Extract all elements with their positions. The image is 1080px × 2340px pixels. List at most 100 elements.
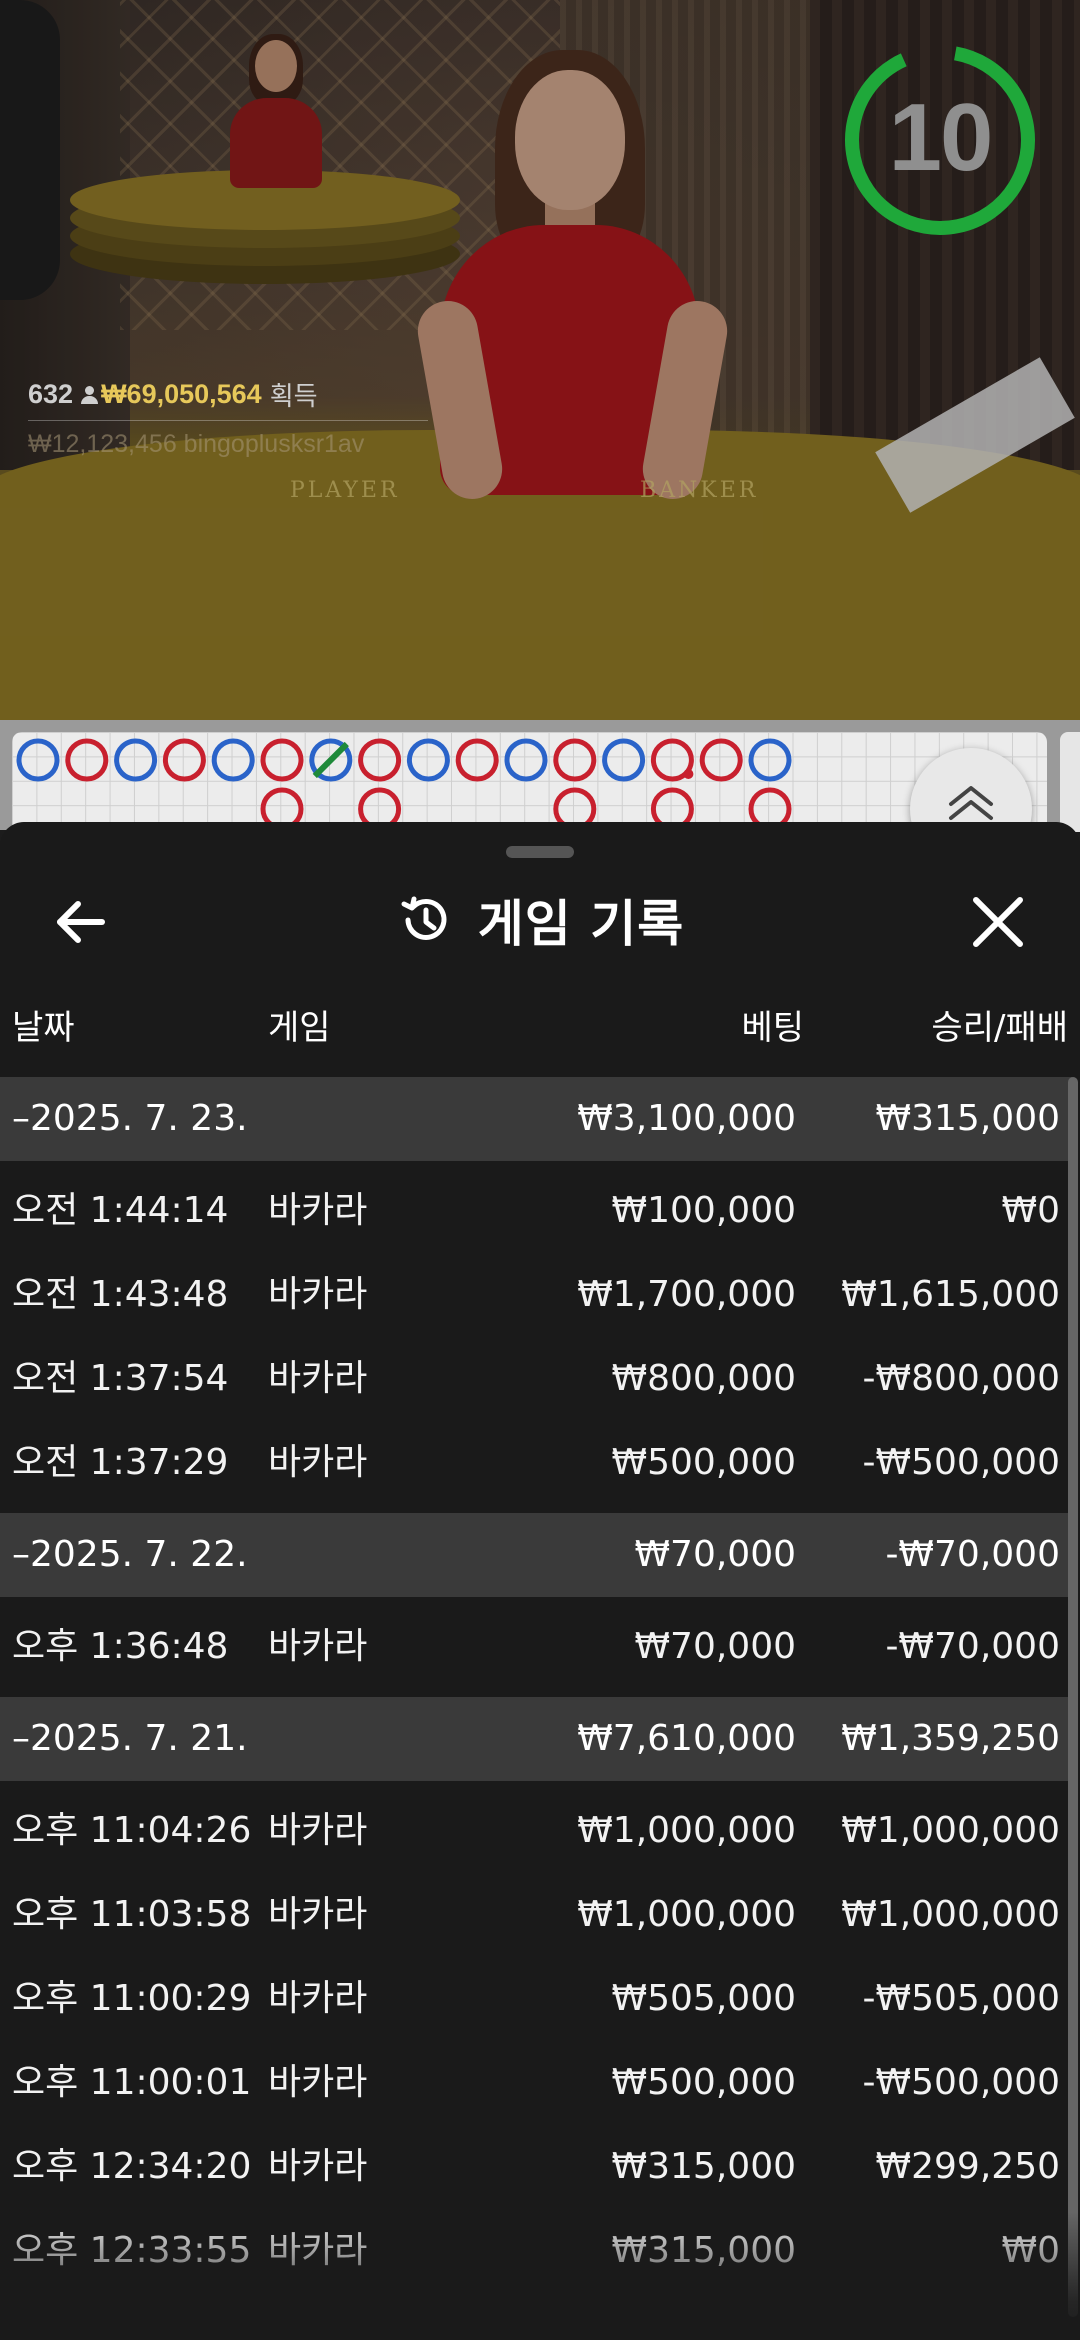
pair-dot bbox=[683, 769, 694, 779]
row-time: 오전 1:37:29 bbox=[12, 1442, 229, 1483]
row-time: 오후 11:03:58 bbox=[12, 1894, 252, 1935]
row-game: 바카라 bbox=[268, 1978, 368, 2019]
row-winloss: -₩70,000 bbox=[885, 1626, 1060, 1667]
banker-bead bbox=[358, 738, 402, 782]
table-row[interactable]: 오전 1:37:54 바카라 ₩800,000 -₩800,000 bbox=[0, 1337, 1072, 1421]
row-winloss: ₩1,000,000 bbox=[841, 1810, 1060, 1851]
player-bead bbox=[406, 738, 450, 782]
row-bet: ₩800,000 bbox=[611, 1358, 796, 1399]
row-bet: ₩505,000 bbox=[611, 1978, 796, 2019]
player-count: 632 bbox=[28, 379, 74, 409]
history-icon bbox=[401, 896, 447, 940]
group-winloss-total: -₩70,000 bbox=[885, 1534, 1060, 1575]
table-header: 날짜 게임 베팅 승리/패배 bbox=[0, 1000, 1080, 1056]
date-group-row[interactable]: –2025. 7. 21. ₩7,610,000 ₩1,359,250 bbox=[0, 1697, 1072, 1781]
group-winloss-total: ₩315,000 bbox=[875, 1098, 1060, 1139]
tie-mark bbox=[312, 741, 349, 779]
date-group-row[interactable]: –2025. 7. 22. ₩70,000 -₩70,000 bbox=[0, 1513, 1072, 1597]
row-time: 오후 12:34:20 bbox=[12, 2146, 252, 2187]
row-game: 바카라 bbox=[268, 1190, 368, 1231]
row-bet: ₩1,700,000 bbox=[577, 1274, 796, 1315]
row-winloss: ₩1,000,000 bbox=[841, 1894, 1060, 1935]
row-bet: ₩315,000 bbox=[611, 2230, 796, 2271]
group-bet-total: ₩3,100,000 bbox=[577, 1098, 796, 1139]
row-winloss: -₩505,000 bbox=[862, 1978, 1060, 2019]
row-winloss: -₩800,000 bbox=[862, 1358, 1060, 1399]
row-time: 오후 11:00:01 bbox=[12, 2062, 252, 2103]
jackpot-info: 632 ₩69,050,564 획득 bbox=[28, 376, 318, 413]
banker-bead bbox=[553, 738, 597, 782]
row-bet: ₩100,000 bbox=[611, 1190, 796, 1231]
column-header-game: 게임 bbox=[268, 1008, 331, 1048]
row-game: 바카라 bbox=[268, 1626, 368, 1667]
sheet-header: 게임 기록 bbox=[0, 880, 1080, 960]
player-bead bbox=[504, 738, 548, 782]
table-row[interactable]: 오후 11:04:26 바카라 ₩1,000,000 ₩1,000,000 bbox=[0, 1789, 1072, 1873]
row-game: 바카라 bbox=[268, 1274, 368, 1315]
row-winloss: ₩0 bbox=[1001, 1190, 1061, 1231]
table-row[interactable]: 오후 1:36:48 바카라 ₩70,000 -₩70,000 bbox=[0, 1605, 1072, 1689]
table-row[interactable]: 오후 12:33:55 바카라 ₩315,000 ₩0 bbox=[0, 2209, 1072, 2293]
row-winloss: ₩1,615,000 bbox=[841, 1274, 1060, 1315]
row-bet: ₩70,000 bbox=[634, 1626, 796, 1667]
table-row[interactable]: 오전 1:43:48 바카라 ₩1,700,000 ₩1,615,000 bbox=[0, 1253, 1072, 1337]
banker-bead bbox=[455, 738, 499, 782]
recent-winner: ₩12,123,456 bingoplusksr1av bbox=[28, 430, 365, 458]
row-time: 오전 1:44:14 bbox=[12, 1190, 229, 1231]
countdown-number: 10 bbox=[888, 84, 994, 191]
table-row[interactable]: 오전 1:44:14 바카라 ₩100,000 ₩0 bbox=[0, 1169, 1072, 1253]
row-game: 바카라 bbox=[268, 1442, 368, 1483]
row-time: 오후 11:04:26 bbox=[12, 1810, 252, 1851]
row-time: 오후 1:36:48 bbox=[12, 1626, 229, 1667]
group-winloss-total: ₩1,359,250 bbox=[841, 1718, 1060, 1759]
game-history-sheet: 게임 기록 날짜 게임 베팅 승리/패배 –2025. 7. 23. ₩3,10… bbox=[0, 822, 1080, 2340]
drag-handle[interactable] bbox=[506, 846, 574, 858]
person-icon bbox=[81, 385, 99, 404]
jackpot-suffix: 획득 bbox=[269, 381, 318, 411]
player-bead bbox=[211, 738, 255, 782]
countdown-timer: 10 bbox=[840, 40, 1040, 240]
chevron-up-icon bbox=[949, 786, 993, 820]
bead-road[interactable] bbox=[12, 732, 1047, 832]
table-row[interactable]: 오후 11:03:58 바카라 ₩1,000,000 ₩1,000,000 bbox=[0, 1873, 1072, 1957]
close-icon bbox=[973, 897, 1023, 947]
group-bet-total: ₩7,610,000 bbox=[577, 1718, 796, 1759]
row-game: 바카라 bbox=[268, 1810, 368, 1851]
row-time: 오후 11:00:29 bbox=[12, 1978, 252, 2019]
road-edge bbox=[1060, 732, 1080, 832]
banker-bead bbox=[699, 738, 743, 782]
banker-bead bbox=[65, 738, 109, 782]
column-header-winloss: 승리/패배 bbox=[931, 1008, 1068, 1048]
row-bet: ₩1,000,000 bbox=[577, 1894, 796, 1935]
row-bet: ₩500,000 bbox=[611, 2062, 796, 2103]
player-bead bbox=[748, 738, 792, 782]
row-time: 오후 12:33:55 bbox=[12, 2230, 252, 2271]
row-winloss: ₩0 bbox=[1001, 2230, 1061, 2271]
row-game: 바카라 bbox=[268, 2230, 368, 2271]
banker-bead bbox=[260, 738, 304, 782]
date-group-row[interactable]: –2025. 7. 23. ₩3,100,000 ₩315,000 bbox=[0, 1077, 1072, 1161]
group-date: –2025. 7. 21. bbox=[12, 1718, 248, 1759]
row-game: 바카라 bbox=[268, 1358, 368, 1399]
row-game: 바카라 bbox=[268, 1894, 368, 1935]
table-row[interactable]: 오후 12:34:20 바카라 ₩315,000 ₩299,250 bbox=[0, 2125, 1072, 2209]
history-list: –2025. 7. 23. ₩3,100,000 ₩315,000 오전 1:4… bbox=[0, 1077, 1072, 2293]
table-row[interactable]: 오전 1:37:29 바카라 ₩500,000 -₩500,000 bbox=[0, 1421, 1072, 1505]
row-bet: ₩500,000 bbox=[611, 1442, 796, 1483]
row-bet: ₩1,000,000 bbox=[577, 1810, 796, 1851]
player-bead bbox=[602, 738, 646, 782]
row-bet: ₩315,000 bbox=[611, 2146, 796, 2187]
row-game: 바카라 bbox=[268, 2146, 368, 2187]
group-date: –2025. 7. 23. bbox=[12, 1098, 248, 1139]
table-row[interactable]: 오후 11:00:29 바카라 ₩505,000 -₩505,000 bbox=[0, 1957, 1072, 2041]
row-winloss: -₩500,000 bbox=[862, 1442, 1060, 1483]
group-bet-total: ₩70,000 bbox=[634, 1534, 796, 1575]
jackpot-amount: ₩69,050,564 bbox=[101, 379, 262, 409]
row-winloss: -₩500,000 bbox=[862, 2062, 1060, 2103]
close-button[interactable] bbox=[962, 886, 1034, 958]
page-title: 게임 기록 bbox=[477, 895, 685, 953]
scrollbar[interactable] bbox=[1068, 1077, 1078, 2317]
player-bead bbox=[114, 738, 158, 782]
player-bead bbox=[16, 738, 60, 782]
table-row[interactable]: 오후 11:00:01 바카라 ₩500,000 -₩500,000 bbox=[0, 2041, 1072, 2125]
